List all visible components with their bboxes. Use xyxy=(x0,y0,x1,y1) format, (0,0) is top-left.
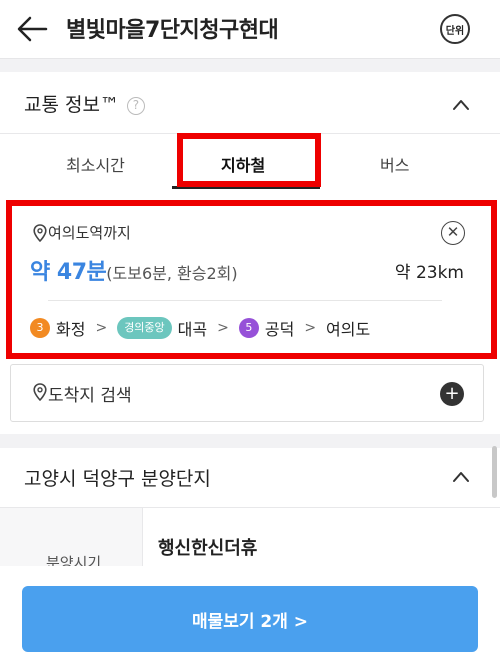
top-bar: 별빛마을7단지청구현대 단위 xyxy=(0,0,500,58)
transport-section-header[interactable]: 교통 정보™? xyxy=(0,72,500,134)
table-value[interactable]: 행신한신더휴 xyxy=(158,534,257,560)
question-circle-icon[interactable]: ? xyxy=(126,97,145,115)
station-name: 여의도 xyxy=(326,320,371,339)
destination-search-label: 도착지 검색 xyxy=(48,386,132,406)
destination-label: 여의도역까지 xyxy=(48,224,131,242)
chevron-up-icon[interactable] xyxy=(452,468,470,486)
station-name: 대곡 xyxy=(177,320,208,339)
location-pin-icon xyxy=(33,383,47,401)
station-name: 화정 xyxy=(56,320,86,339)
travel-distance: 약 23km xyxy=(394,263,464,283)
section-spacer xyxy=(0,434,500,448)
chevron-right-icon: > xyxy=(304,320,317,336)
tab-subway[interactable]: 지하철 xyxy=(221,152,265,176)
complex-section-title: 고양시 덕양구 분양단지 xyxy=(24,468,211,490)
page-title: 별빛마을7단지청구현대 xyxy=(66,18,279,43)
transport-section-title: 교통 정보™ xyxy=(24,94,119,116)
active-tab-indicator xyxy=(172,186,320,189)
tab-bus[interactable]: 버스 xyxy=(380,152,409,176)
section-spacer xyxy=(0,58,500,72)
travel-time-detail: (도보6분, 환승2회) xyxy=(106,264,238,283)
chevron-right-icon: > xyxy=(217,320,229,336)
location-pin-icon xyxy=(33,224,47,242)
scrollbar[interactable] xyxy=(492,446,497,498)
travel-time: 약 47분(도보6분, 환승2회) xyxy=(30,254,238,286)
chevron-up-icon[interactable] xyxy=(452,96,470,114)
line-3-badge: 3 xyxy=(30,318,50,338)
station-name: 공덕 xyxy=(264,320,295,339)
transport-tabs: 최소시간 지하철 버스 xyxy=(0,134,500,192)
view-listings-button[interactable]: 매물보기 2개 > xyxy=(22,586,478,652)
complex-section-header[interactable]: 고양시 덕양구 분양단지 xyxy=(0,448,500,510)
line-gyeongui-badge: 경의중앙 xyxy=(117,317,172,339)
add-icon[interactable]: + xyxy=(440,382,464,406)
station-path: 3 화정 > 경의중앙 대곡 > 5 공덕 > 여의도 xyxy=(30,316,370,340)
travel-time-main: 약 47분 xyxy=(30,260,107,285)
arrow-left-icon[interactable] xyxy=(16,14,48,44)
chevron-right-icon: > xyxy=(95,320,108,336)
divider xyxy=(48,300,442,301)
tab-min-time[interactable]: 최소시간 xyxy=(66,152,125,176)
line-5-badge: 5 xyxy=(238,318,259,338)
close-icon[interactable]: ✕ xyxy=(441,221,465,245)
unit-toggle-button[interactable]: 단위 xyxy=(440,14,470,44)
